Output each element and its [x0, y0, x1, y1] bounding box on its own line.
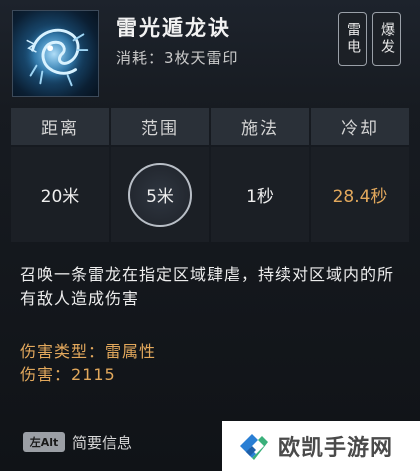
range-indicator: 5米: [128, 162, 192, 227]
skill-description: 召唤一条雷龙在指定区域肆虐，持续对区域内的所有敌人造成伤害: [20, 265, 395, 308]
stat-distance: 距离 20米: [11, 108, 110, 242]
damage-row: 伤害：2115: [20, 361, 116, 385]
stat-range: 范围 5米: [111, 108, 210, 242]
damage-type-row: 伤害类型：雷属性: [20, 338, 156, 362]
stat-header: 施法: [211, 108, 309, 145]
watermark-text: 欧凯手游网: [278, 436, 394, 461]
left-alt-key-hint[interactable]: 左Alt: [23, 432, 65, 452]
skill-tooltip: 雷光遁龙诀 消耗：3枚天雷印 雷电 爆发 距离 20米 范围 5米 施法 1秒 …: [0, 0, 420, 471]
thunder-dragon-skill-icon: [12, 10, 99, 97]
tag-thunder: 雷电: [338, 12, 367, 66]
skill-cost: 消耗：3枚天雷印: [116, 49, 239, 67]
stat-header: 范围: [111, 108, 209, 145]
stat-value: 28.4秒: [311, 147, 409, 242]
stat-value: 5米: [146, 187, 174, 207]
brief-info-label: 简要信息: [72, 434, 133, 452]
skill-name: 雷光遁龙诀: [116, 16, 231, 40]
site-watermark: 欧凯手游网: [222, 421, 420, 471]
stat-value-cell: 5米: [111, 147, 209, 242]
skill-header: 雷光遁龙诀 消耗：3枚天雷印 雷电 爆发: [0, 0, 420, 104]
stat-cast-time: 施法 1秒: [211, 108, 310, 242]
stat-header: 冷却: [311, 108, 409, 145]
skill-stats-table: 距离 20米 范围 5米 施法 1秒 冷却 28.4秒: [11, 108, 409, 242]
damage-type-value: 雷属性: [105, 342, 157, 361]
ouka-logo-icon: [240, 434, 268, 460]
damage-value: 2115: [71, 365, 116, 384]
stat-cooldown: 冷却 28.4秒: [311, 108, 410, 242]
stat-value: 1秒: [211, 147, 309, 242]
stat-value: 20米: [11, 147, 109, 242]
tag-burst: 爆发: [372, 12, 401, 66]
stat-header: 距离: [11, 108, 109, 145]
damage-label: 伤害：: [20, 365, 72, 384]
damage-type-label: 伤害类型：: [20, 342, 106, 361]
